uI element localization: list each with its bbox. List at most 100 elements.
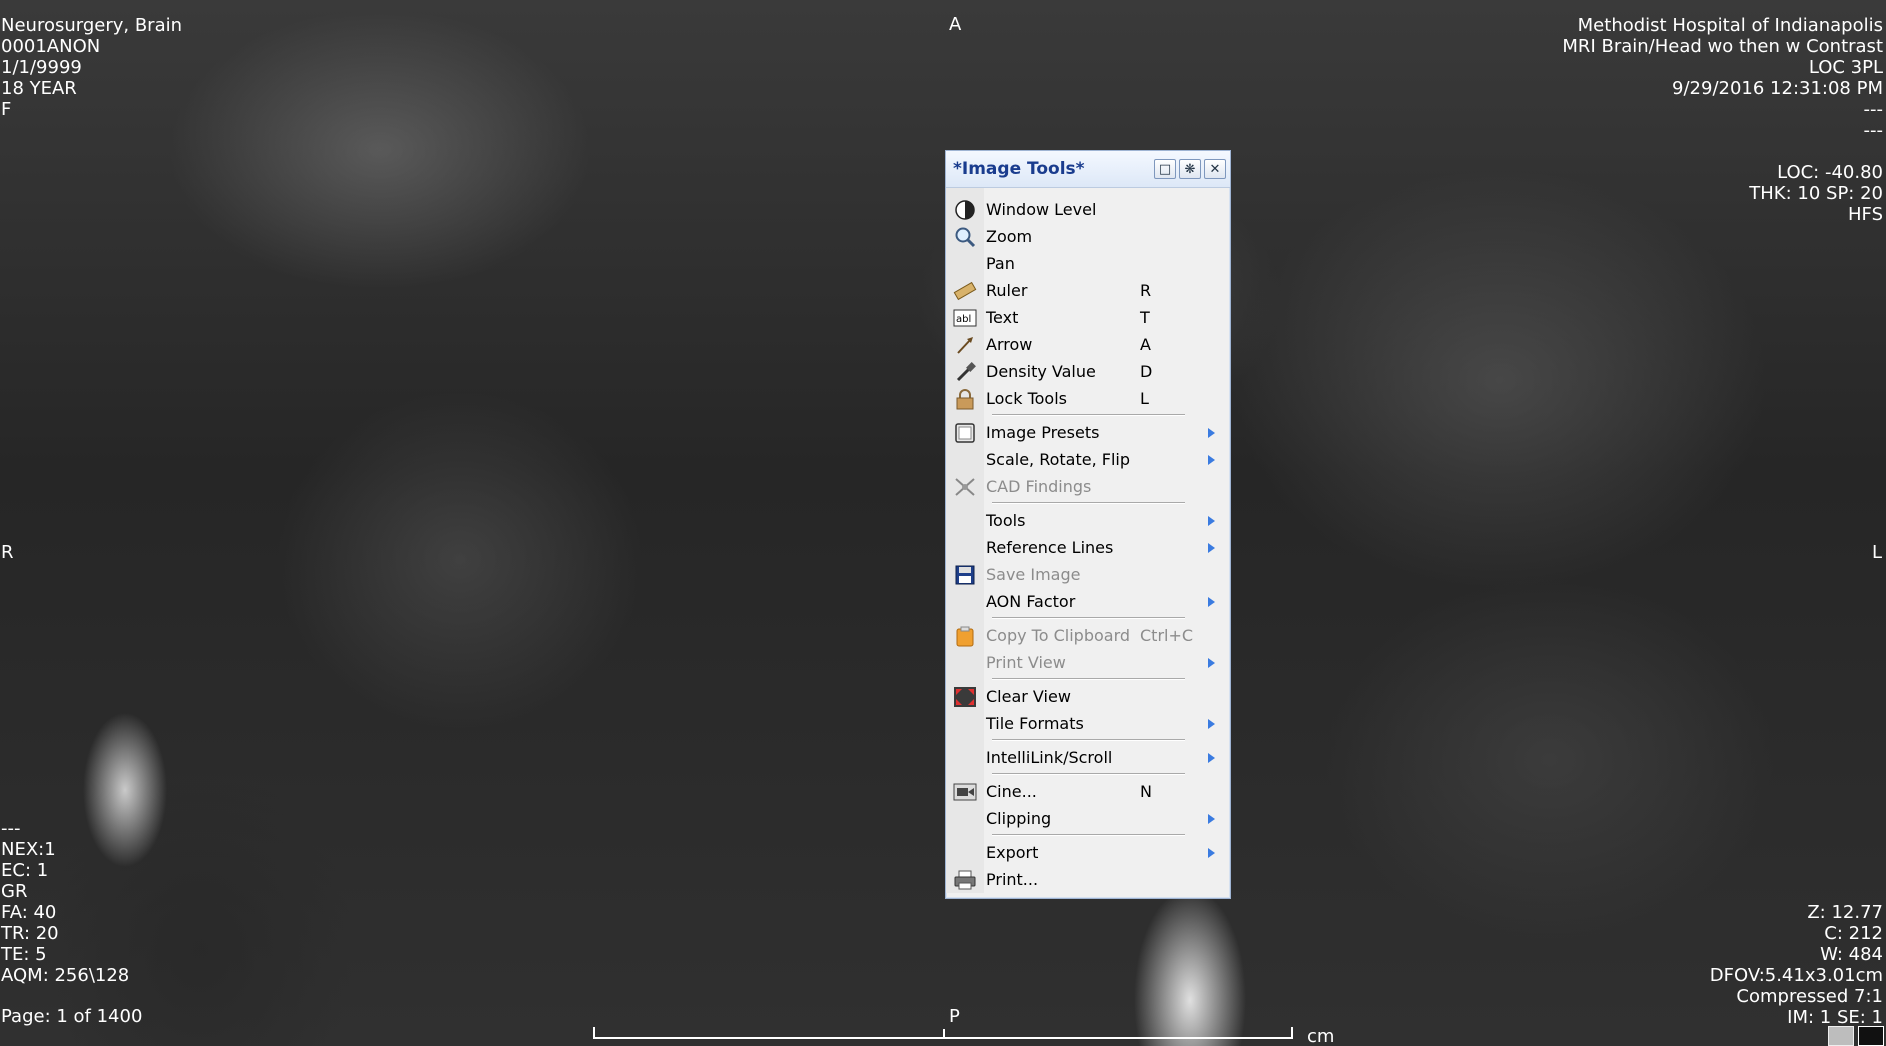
overlay-line: FA: 40 [1, 902, 57, 923]
close-button[interactable]: ✕ [1204, 159, 1226, 179]
overlay-line: TE: 5 [1, 944, 47, 965]
submenu-arrow-icon [1208, 543, 1215, 553]
orientation-top-label: A [949, 14, 962, 35]
overlay-line: C: 212 [1824, 923, 1883, 944]
menu-item-aon-factor[interactable]: AON Factor [946, 588, 1230, 615]
menu-item-intellilink-scroll[interactable]: IntelliLink/Scroll [946, 744, 1230, 771]
patient-info-overlay: Neurosurgery, Brain 0001ANON 1/1/9999 18… [1, 15, 182, 120]
submenu-arrow-icon [1208, 753, 1215, 763]
menu-item-clear-view[interactable]: Clear View [946, 683, 1230, 710]
overlay-line: IM: 1 SE: 1 [1787, 1007, 1883, 1028]
overlay-line: GR [1, 881, 28, 902]
page-indicator: Page: 1 of 1400 [1, 1006, 143, 1027]
menu-item-pan[interactable]: Pan [946, 250, 1230, 277]
pin-button[interactable]: ❋ [1179, 159, 1201, 179]
menu-item-copy-to-clipboard[interactable]: Copy To Clipboard Ctrl+C [946, 622, 1230, 649]
menu-separator [992, 414, 1185, 416]
contrast-icon [946, 199, 984, 221]
overlay-line: --- [1863, 120, 1884, 141]
overlay-line: THK: 10 SP: 20 [1749, 183, 1883, 204]
menu-item-shortcut: A [1140, 335, 1151, 354]
overlay-line: LOC: -40.80 [1777, 162, 1883, 183]
menu-item-zoom[interactable]: Zoom [946, 223, 1230, 250]
study-info-overlay: Methodist Hospital of Indianapolis MRI B… [1562, 15, 1883, 141]
submenu-arrow-icon [1208, 597, 1215, 607]
menu-item-label: Ruler [986, 281, 1028, 300]
menu-item-cine[interactable]: Cine... N [946, 778, 1230, 805]
menu-item-label: Copy To Clipboard [986, 626, 1131, 645]
overlay-line: --- [1863, 99, 1884, 120]
menu-item-label: Print View [986, 653, 1066, 672]
menu-item-label: Print... [986, 870, 1039, 889]
orientation-left-label: R [1, 542, 14, 563]
submenu-arrow-icon [1208, 814, 1215, 824]
menu-item-cad-findings[interactable]: CAD Findings [946, 473, 1230, 500]
overlay-line: 1/1/9999 [1, 57, 82, 78]
menu-items: Window Level Zoom Pan Ruler R abl Text T… [946, 188, 1230, 893]
overlay-line: --- [1, 818, 21, 839]
close-icon: ✕ [1209, 161, 1221, 177]
menu-item-label: Zoom [986, 227, 1033, 246]
menu-item-reference-lines[interactable]: Reference Lines [946, 534, 1230, 561]
ruler-icon [946, 280, 984, 302]
overlay-line: DFOV:5.41x3.01cm [1709, 965, 1883, 986]
menu-separator [992, 502, 1185, 504]
menu-item-save-image[interactable]: Save Image [946, 561, 1230, 588]
submenu-arrow-icon [1208, 455, 1215, 465]
slice-info-overlay: LOC: -40.80 THK: 10 SP: 20 HFS [1749, 162, 1883, 225]
menu-title: *Image Tools* [953, 159, 1085, 179]
menu-item-print[interactable]: Print... [946, 866, 1230, 893]
menu-item-window-level[interactable]: Window Level [946, 196, 1230, 223]
image-viewport[interactable]: Neurosurgery, Brain 0001ANON 1/1/9999 18… [0, 0, 1886, 1046]
menu-item-text[interactable]: abl Text T [946, 304, 1230, 331]
submenu-arrow-icon [1208, 516, 1215, 526]
menu-item-shortcut: Ctrl+C [1140, 626, 1194, 645]
menu-item-label: Tools [986, 511, 1026, 530]
menu-separator [992, 678, 1185, 680]
overlay-line: 18 YEAR [1, 78, 77, 99]
magnifier-icon [946, 226, 984, 248]
menu-item-shortcut: T [1140, 308, 1150, 327]
menu-item-label: Save Image [986, 565, 1081, 584]
menu-separator [992, 773, 1185, 775]
menu-item-arrow[interactable]: Arrow A [946, 331, 1230, 358]
menu-item-tile-formats[interactable]: Tile Formats [946, 710, 1230, 737]
menu-item-lock-tools[interactable]: Lock Tools L [946, 385, 1230, 412]
image-tools-menu: *Image Tools* □ ❋ ✕ Window Level Zoom Pa… [945, 150, 1231, 899]
overlay-line: 0001ANON [1, 36, 101, 57]
menu-separator [992, 834, 1185, 836]
layout-icon[interactable] [1858, 1026, 1884, 1046]
overlay-line: NEX:1 [1, 839, 56, 860]
text-icon: abl [946, 308, 984, 328]
menu-item-export[interactable]: Export [946, 839, 1230, 866]
pin-icon: ❋ [1184, 161, 1196, 177]
overlay-line: EC: 1 [1, 860, 49, 881]
menu-item-image-presets[interactable]: Image Presets [946, 419, 1230, 446]
svg-text:abl: abl [956, 314, 971, 325]
lock-icon [946, 388, 984, 410]
menu-item-label: Arrow [986, 335, 1033, 354]
save-icon [946, 564, 984, 586]
dropper-icon [946, 361, 984, 383]
menu-item-shortcut: L [1140, 389, 1149, 408]
menu-item-label: Export [986, 843, 1039, 862]
menu-item-label: Clipping [986, 809, 1052, 828]
submenu-arrow-icon [1208, 719, 1215, 729]
menu-item-density-value[interactable]: Density Value D [946, 358, 1230, 385]
overlay-line: TR: 20 [1, 923, 59, 944]
menu-item-clipping[interactable]: Clipping [946, 805, 1230, 832]
link-icon[interactable] [1828, 1026, 1854, 1046]
restore-icon: □ [1158, 161, 1172, 177]
menu-item-label: Text [986, 308, 1019, 327]
clear-view-icon [946, 686, 984, 708]
menu-item-scale-rotate-flip[interactable]: Scale, Rotate, Flip [946, 446, 1230, 473]
menu-title-bar[interactable]: *Image Tools* □ ❋ ✕ [946, 151, 1230, 188]
restore-button[interactable]: □ [1154, 159, 1176, 179]
menu-item-label: Cine... [986, 782, 1037, 801]
menu-item-label: IntelliLink/Scroll [986, 748, 1113, 767]
submenu-arrow-icon [1208, 848, 1215, 858]
menu-item-print-view[interactable]: Print View [946, 649, 1230, 676]
menu-separator [992, 739, 1185, 741]
menu-item-tools[interactable]: Tools [946, 507, 1230, 534]
menu-item-ruler[interactable]: Ruler R [946, 277, 1230, 304]
